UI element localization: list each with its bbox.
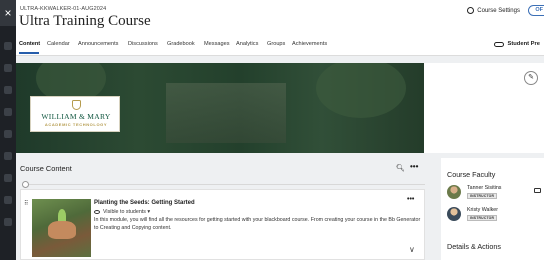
chevron-down-icon[interactable]: ∨	[409, 245, 415, 254]
tab-discussions[interactable]: Discussions	[128, 41, 158, 47]
rail-icon[interactable]	[4, 42, 12, 50]
course-content-heading: Course Content	[20, 164, 72, 173]
rail-icon[interactable]	[4, 174, 12, 182]
crest-icon	[72, 100, 81, 110]
left-rail	[0, 0, 16, 260]
eye-icon	[94, 210, 100, 214]
close-icon[interactable]: ×	[0, 0, 16, 26]
avatar	[447, 185, 461, 199]
faculty-panel: Course Faculty Tanner Sisitins INSTRUCTO…	[441, 158, 544, 260]
visibility-dropdown[interactable]: Visible to students ▾	[94, 209, 150, 215]
edit-banner-button[interactable]: ✎	[524, 71, 538, 85]
tab-achievements[interactable]: Achievements	[292, 41, 327, 47]
rail-icon[interactable]	[4, 152, 12, 160]
visibility-label: Visible to students ▾	[103, 209, 151, 215]
faculty-name[interactable]: Kristy Walker	[467, 207, 498, 213]
faculty-member[interactable]: Kristy Walker INSTRUCTOR	[447, 207, 543, 225]
tab-analytics[interactable]: Analytics	[236, 41, 258, 47]
rail-icon[interactable]	[4, 64, 12, 72]
course-banner: WILLIAM & MARY ACADEMIC TECHNOLOGY ✎	[16, 63, 544, 153]
course-code: ULTRA-KKWALKER-01-AUG2024	[20, 6, 107, 12]
rail-icon[interactable]	[4, 86, 12, 94]
rail-icon[interactable]	[4, 218, 12, 226]
role-badge: INSTRUCTOR	[467, 215, 498, 221]
gear-icon	[467, 7, 475, 14]
module-title[interactable]: Planting the Seeds: Getting Started	[94, 200, 195, 206]
avatar	[447, 207, 461, 221]
student-preview-label: Student Pre	[507, 41, 540, 47]
glasses-icon	[494, 41, 505, 47]
divider	[29, 184, 425, 185]
module-more-button[interactable]: •••	[407, 196, 414, 203]
tab-gradebook[interactable]: Gradebook	[167, 41, 195, 47]
rail-icon[interactable]	[4, 130, 12, 138]
course-settings-button[interactable]: Course Settings	[467, 7, 520, 14]
module-card[interactable]: ⠿ Planting the Seeds: Getting Started Vi…	[20, 189, 425, 260]
module-thumbnail	[32, 199, 91, 257]
course-settings-label: Course Settings	[477, 7, 520, 14]
tab-groups[interactable]: Groups	[267, 41, 285, 47]
tab-content[interactable]: Content	[19, 41, 40, 47]
search-icon[interactable]: 🔍︎	[396, 164, 405, 172]
banner-foliage	[316, 63, 406, 118]
tab-messages[interactable]: Messages	[204, 41, 230, 47]
course-nav: Content Calendar Announcements Discussio…	[16, 38, 544, 56]
active-tab-indicator	[19, 52, 39, 54]
faculty-heading: Course Faculty	[447, 170, 496, 179]
role-badge: INSTRUCTOR	[467, 193, 498, 199]
logo-name: WILLIAM & MARY	[41, 112, 111, 121]
status-badge[interactable]: OF	[528, 5, 544, 16]
details-actions-heading: Details & Actions	[447, 242, 501, 251]
faculty-member[interactable]: Tanner Sisitins INSTRUCTOR	[447, 185, 543, 203]
page-title: Ultra Training Course	[19, 13, 151, 29]
module-description: In this module, you will find all the re…	[94, 217, 421, 231]
hands-shape	[48, 221, 76, 239]
more-options-button[interactable]: •••	[410, 162, 418, 171]
banner-building	[166, 83, 286, 143]
faculty-name[interactable]: Tanner Sisitins	[467, 185, 501, 191]
wm-logo: WILLIAM & MARY ACADEMIC TECHNOLOGY	[30, 96, 120, 132]
rail-icon[interactable]	[4, 196, 12, 204]
student-preview-button[interactable]: Student Pre	[494, 41, 540, 47]
tab-calendar[interactable]: Calendar	[47, 41, 70, 47]
logo-subtitle: ACADEMIC TECHNOLOGY	[44, 122, 108, 127]
tab-announcements[interactable]: Announcements	[78, 41, 118, 47]
rail-icon[interactable]	[4, 108, 12, 116]
message-icon[interactable]	[534, 188, 541, 193]
add-content-button[interactable]	[22, 181, 29, 188]
drag-handle-icon[interactable]: ⠿	[24, 200, 28, 207]
